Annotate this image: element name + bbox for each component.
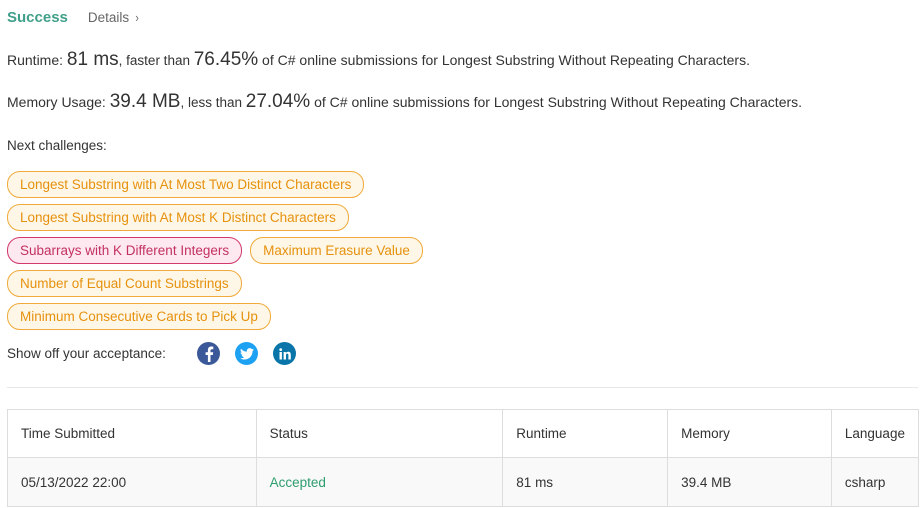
submissions-table: Time Submitted Status Runtime Memory Lan… — [7, 409, 920, 507]
memory-mid: , less than — [180, 95, 246, 110]
memory-label: Memory Usage: — [7, 94, 110, 110]
column-header-status: Status — [255, 409, 504, 458]
challenge-chip[interactable]: Number of Equal Count Substrings — [7, 270, 242, 297]
cell-runtime: 81 ms — [502, 457, 669, 507]
runtime-stat: Runtime: 81 ms, faster than 76.45% of C#… — [7, 49, 750, 71]
chevron-right-icon: › — [135, 10, 140, 25]
facebook-icon[interactable] — [197, 342, 220, 365]
runtime-value: 81 ms — [66, 49, 119, 70]
runtime-suffix: of C# online submissions for Longest Sub… — [258, 52, 750, 68]
column-header-language: Language — [830, 409, 920, 458]
cell-language: csharp — [830, 457, 920, 507]
linkedin-icon[interactable] — [273, 342, 296, 365]
runtime-percent: 76.45% — [193, 49, 259, 70]
runtime-label: Runtime: — [7, 52, 67, 68]
table-row[interactable]: 05/13/2022 22:00 Accepted 81 ms 39.4 MB … — [7, 457, 920, 507]
runtime-mid: , faster than — [118, 53, 194, 68]
challenge-chip[interactable]: Longest Substring with At Most K Distinc… — [7, 204, 349, 231]
column-header-memory: Memory — [667, 409, 832, 458]
next-challenges-label: Next challenges: — [7, 138, 107, 153]
share-section: Show off your acceptance: — [7, 342, 311, 365]
challenge-chip[interactable]: Maximum Erasure Value — [250, 237, 423, 264]
column-header-runtime: Runtime — [502, 409, 669, 458]
memory-suffix: of C# online submissions for Longest Sub… — [310, 94, 803, 110]
challenge-chip[interactable]: Subarrays with K Different Integers — [7, 237, 243, 264]
status-title: Success — [7, 9, 68, 26]
cell-status-link[interactable]: Accepted — [255, 457, 504, 507]
memory-stat: Memory Usage: 39.4 MB, less than 27.04% … — [7, 91, 802, 113]
memory-percent: 27.04% — [245, 91, 311, 112]
challenge-chip[interactable]: Minimum Consecutive Cards to Pick Up — [7, 303, 271, 330]
cell-memory: 39.4 MB — [667, 457, 832, 507]
details-link[interactable]: Details › — [88, 10, 140, 25]
twitter-icon[interactable] — [235, 342, 258, 365]
divider — [7, 387, 918, 388]
column-header-time: Time Submitted — [7, 409, 257, 458]
next-challenges-list: Longest Substring with At Most Two Disti… — [7, 171, 423, 336]
challenge-chip[interactable]: Longest Substring with At Most Two Disti… — [7, 171, 365, 198]
memory-value: 39.4 MB — [109, 91, 181, 112]
result-header: Success Details › — [7, 9, 140, 27]
details-label: Details — [87, 10, 130, 25]
table-header-row: Time Submitted Status Runtime Memory Lan… — [7, 409, 920, 458]
cell-time: 05/13/2022 22:00 — [7, 457, 257, 507]
share-label: Show off your acceptance: — [7, 346, 166, 361]
